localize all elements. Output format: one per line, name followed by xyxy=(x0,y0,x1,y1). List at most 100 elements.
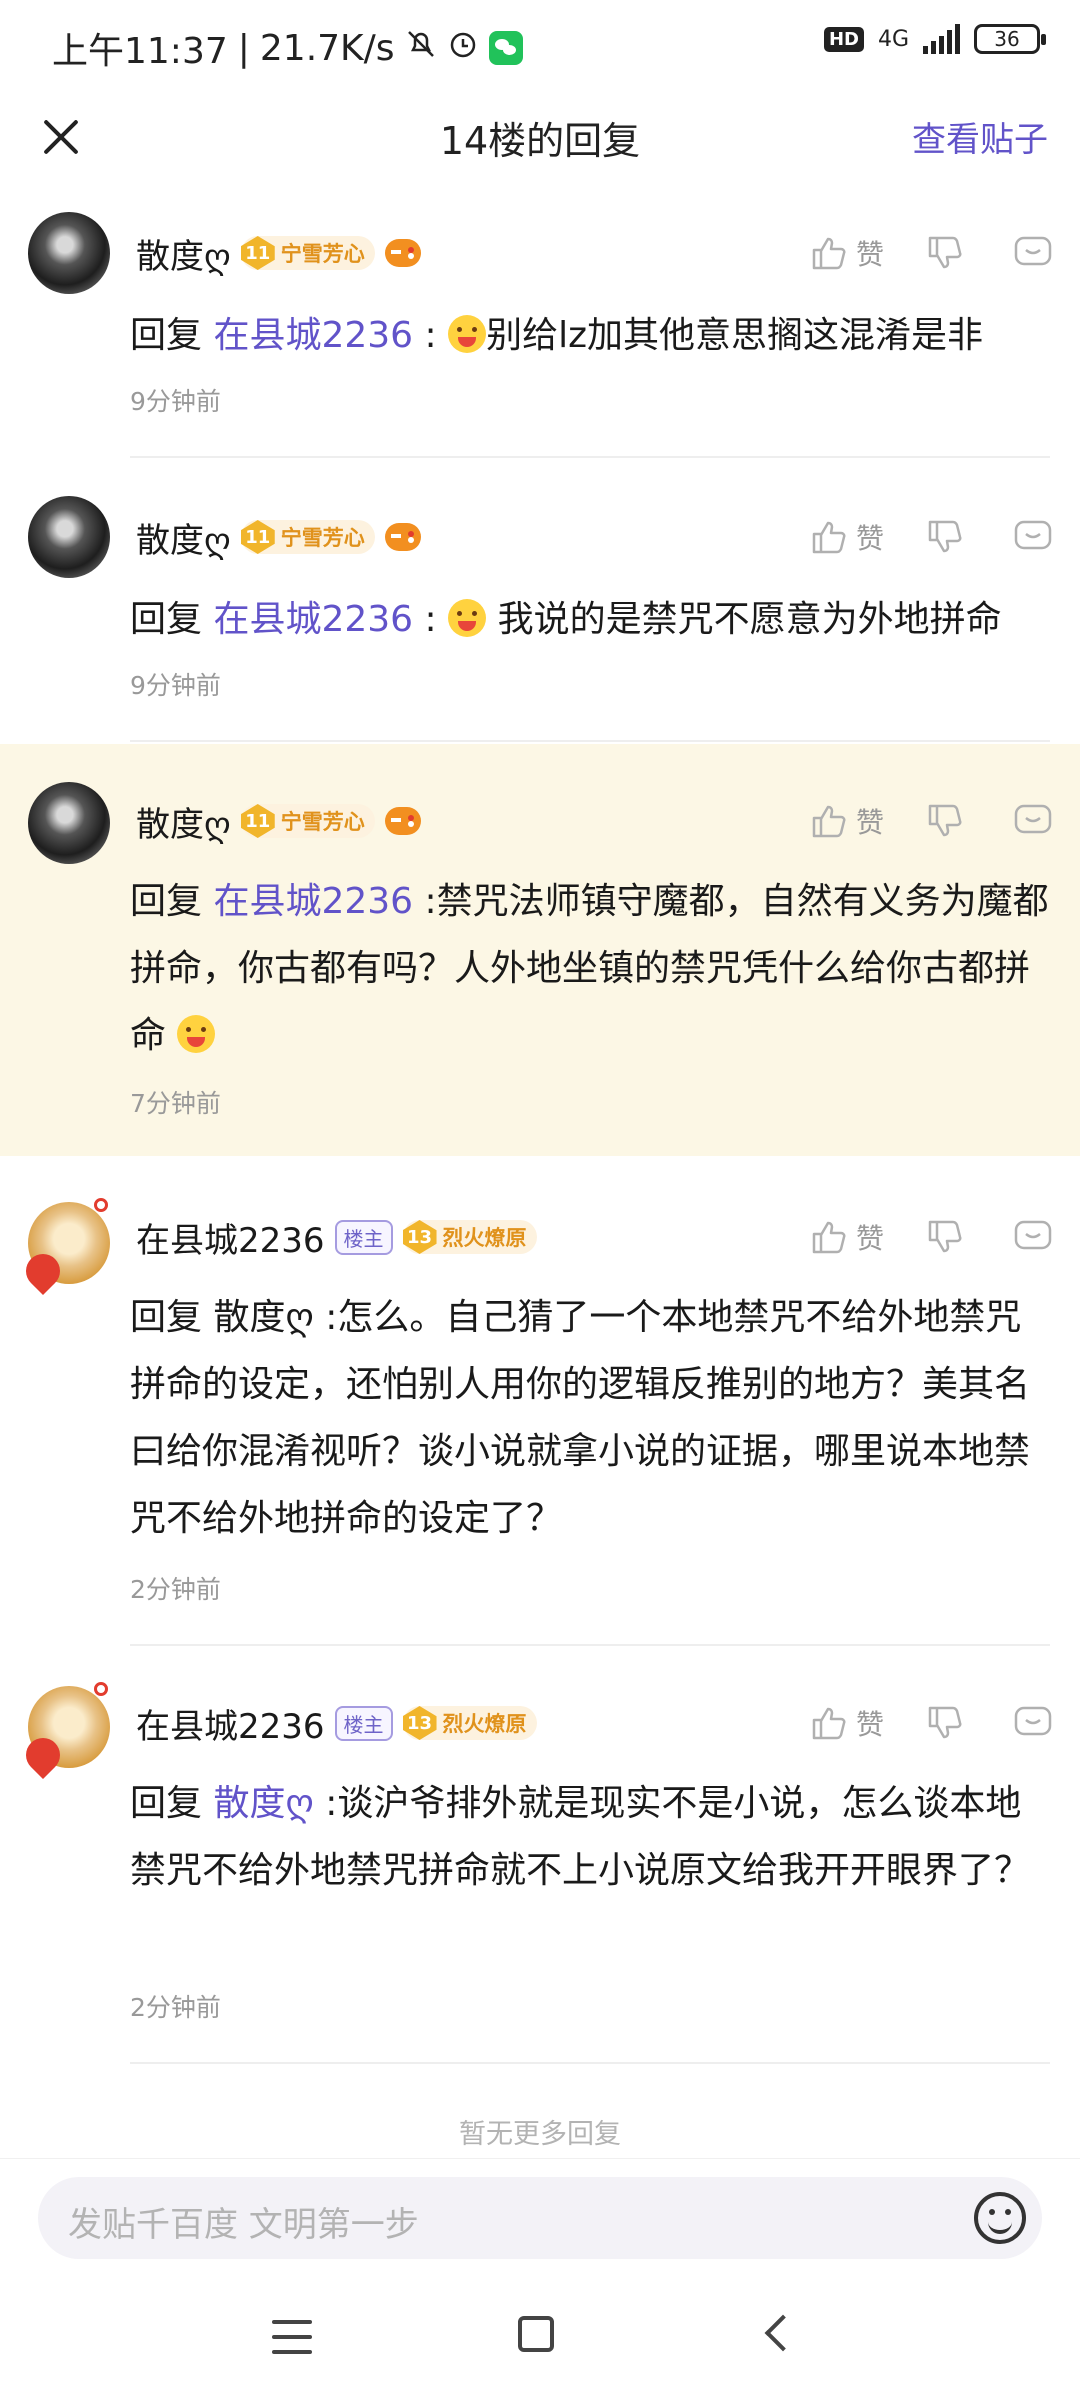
reply-content: 回复 在县城2236 :禁咒法师镇守魔都，自然有义务为魔都拼命，你古都有吗？人外… xyxy=(130,881,1049,1056)
reply-to-user[interactable]: 在县城2236 xyxy=(213,881,413,922)
no-more-replies: 暂无更多回复 xyxy=(459,2119,621,2150)
like-button[interactable]: 赞 xyxy=(808,1216,884,1258)
status-left: 上午11:37 | 21.7K/s xyxy=(52,22,523,74)
user-row: 散度ღ 11 宁雪芳心 xyxy=(136,228,421,278)
reply-input-bar: 发贴千百度 文明第一步 xyxy=(0,2158,1080,2278)
reply-actions: 赞 xyxy=(808,228,1054,278)
divider xyxy=(130,740,1050,742)
comment-icon[interactable] xyxy=(1012,1702,1054,1744)
menu-icon[interactable] xyxy=(272,2320,312,2354)
comment-icon[interactable] xyxy=(1012,1216,1054,1258)
avatar[interactable] xyxy=(28,496,110,578)
thumb-up-icon xyxy=(808,1702,850,1744)
username[interactable]: 散度ღ xyxy=(136,797,231,846)
thumb-down-icon[interactable] xyxy=(924,800,966,842)
system-nav-bar xyxy=(0,2280,1080,2400)
comment-icon[interactable] xyxy=(1012,516,1054,558)
reply-actions: 赞 xyxy=(808,1698,1054,1748)
level-title: 宁雪芳心 xyxy=(280,242,365,266)
reply-input[interactable]: 发贴千百度 文明第一步 xyxy=(38,2177,1042,2259)
username[interactable]: 在县城2236 xyxy=(136,1699,325,1748)
reply-content: 回复 在县城2236 : 我说的是禁咒不愿意为外地拼命 xyxy=(130,599,1002,640)
reply-time: 9分钟前 xyxy=(130,671,221,700)
reply-to-user[interactable]: 散度ღ xyxy=(213,1297,313,1338)
emoji-icon[interactable] xyxy=(974,2192,1026,2244)
level-badge: 13 烈火燎原 xyxy=(402,1220,537,1254)
reply-actions: 赞 xyxy=(808,512,1054,562)
reply-prefix: 回复 xyxy=(130,599,203,640)
hd-badge: HD xyxy=(823,26,864,52)
user-row: 散度ღ 11 宁雪芳心 xyxy=(136,512,421,562)
avatar[interactable] xyxy=(28,782,110,864)
username[interactable]: 散度ღ xyxy=(136,513,231,562)
input-placeholder: 发贴千百度 文明第一步 xyxy=(68,2205,419,2245)
thumb-down-icon[interactable] xyxy=(924,232,966,274)
thumb-up-icon xyxy=(808,232,850,274)
level-title: 宁雪芳心 xyxy=(280,526,365,550)
user-row: 在县城2236 楼主 13 烈火燎原 xyxy=(136,1212,537,1262)
level-badge: 13 烈火燎原 xyxy=(402,1706,537,1740)
game-icon xyxy=(384,523,421,551)
signal-icon xyxy=(923,24,960,54)
mute-icon xyxy=(405,28,437,69)
reply-time: 2分钟前 xyxy=(130,1993,221,2022)
level-badge: 11 宁雪芳心 xyxy=(240,236,375,270)
battery-level: 36 xyxy=(994,27,1020,51)
view-post-link[interactable]: 查看贴子 xyxy=(912,112,1048,161)
level-title: 烈火燎原 xyxy=(442,1226,527,1250)
user-row: 散度ღ 11 宁雪芳心 xyxy=(136,796,421,846)
thumb-down-icon[interactable] xyxy=(924,516,966,558)
reply-actions: 赞 xyxy=(808,796,1054,846)
reply-item: 在县城2236 楼主 13 烈火燎原 赞 回复 散度ღ :怎么。自己猜了一个本地… xyxy=(0,1160,1080,1648)
like-label: 赞 xyxy=(855,238,884,271)
reply-to-user[interactable]: 在县城2236 xyxy=(213,599,413,640)
status-time: 上午11:37 xyxy=(52,31,228,72)
like-button[interactable]: 赞 xyxy=(808,516,884,558)
divider xyxy=(130,456,1050,458)
reply-content: 回复 在县城2236 : 别给lz加其他意思搁这混淆是非 xyxy=(130,315,984,356)
reply-prefix: 回复 xyxy=(130,1783,203,1824)
reply-to-user[interactable]: 散度ღ xyxy=(213,1783,313,1824)
avatar[interactable] xyxy=(28,212,110,294)
home-icon[interactable] xyxy=(518,2316,554,2352)
like-label: 赞 xyxy=(855,806,884,839)
thumb-down-icon[interactable] xyxy=(924,1702,966,1744)
thumb-down-icon[interactable] xyxy=(924,1216,966,1258)
battery-icon: 36 xyxy=(974,24,1046,54)
avatar[interactable] xyxy=(18,1198,110,1296)
level-badge: 11 宁雪芳心 xyxy=(240,520,375,554)
like-label: 赞 xyxy=(855,522,884,555)
divider xyxy=(130,2062,1050,2064)
reply-item-highlighted: 散度ღ 11 宁雪芳心 赞 回复 在县城2236 :禁咒法师镇守魔都，自然有义务… xyxy=(0,744,1080,1156)
reply-item: 散度ღ 11 宁雪芳心 赞 回复 在县城2236 : 我说的是禁咒不愿意为外地拼… xyxy=(0,474,1080,744)
level-icon: 13 xyxy=(402,1220,437,1254)
level-icon: 11 xyxy=(240,804,275,838)
reply-prefix: 回复 xyxy=(130,1297,203,1338)
pin-icon xyxy=(18,1246,68,1296)
reply-prefix: 回复 xyxy=(130,881,203,922)
comment-icon[interactable] xyxy=(1012,232,1054,274)
game-icon xyxy=(384,239,421,267)
like-button[interactable]: 赞 xyxy=(808,800,884,842)
avatar[interactable] xyxy=(18,1682,110,1780)
laugh-emoji-icon xyxy=(448,315,487,353)
level-icon: 11 xyxy=(240,236,275,270)
reply-item: 在县城2236 楼主 13 烈火燎原 赞 回复 散度ღ :谈沪爷排外就是现实不是… xyxy=(0,1648,1080,2068)
comment-icon[interactable] xyxy=(1012,800,1054,842)
username[interactable]: 散度ღ xyxy=(136,229,231,278)
back-icon[interactable] xyxy=(764,2314,802,2352)
like-button[interactable]: 赞 xyxy=(808,232,884,274)
game-icon xyxy=(384,807,421,835)
username[interactable]: 在县城2236 xyxy=(136,1213,325,1262)
level-icon: 13 xyxy=(402,1706,437,1740)
like-button[interactable]: 赞 xyxy=(808,1702,884,1744)
reply-to-user[interactable]: 在县城2236 xyxy=(213,315,413,356)
alarm-icon xyxy=(447,28,479,69)
thumb-up-icon xyxy=(808,1216,850,1258)
level-icon: 11 xyxy=(240,520,275,554)
level-title: 烈火燎原 xyxy=(442,1712,527,1736)
thumb-up-icon xyxy=(808,800,850,842)
reply-content: 回复 散度ღ :谈沪爷排外就是现实不是小说，怎么谈本地禁咒不给外地禁咒拼命就不上… xyxy=(130,1783,1031,1891)
top-bar: 14楼的回复 查看贴子 xyxy=(0,92,1080,182)
level-badge: 11 宁雪芳心 xyxy=(240,804,375,838)
